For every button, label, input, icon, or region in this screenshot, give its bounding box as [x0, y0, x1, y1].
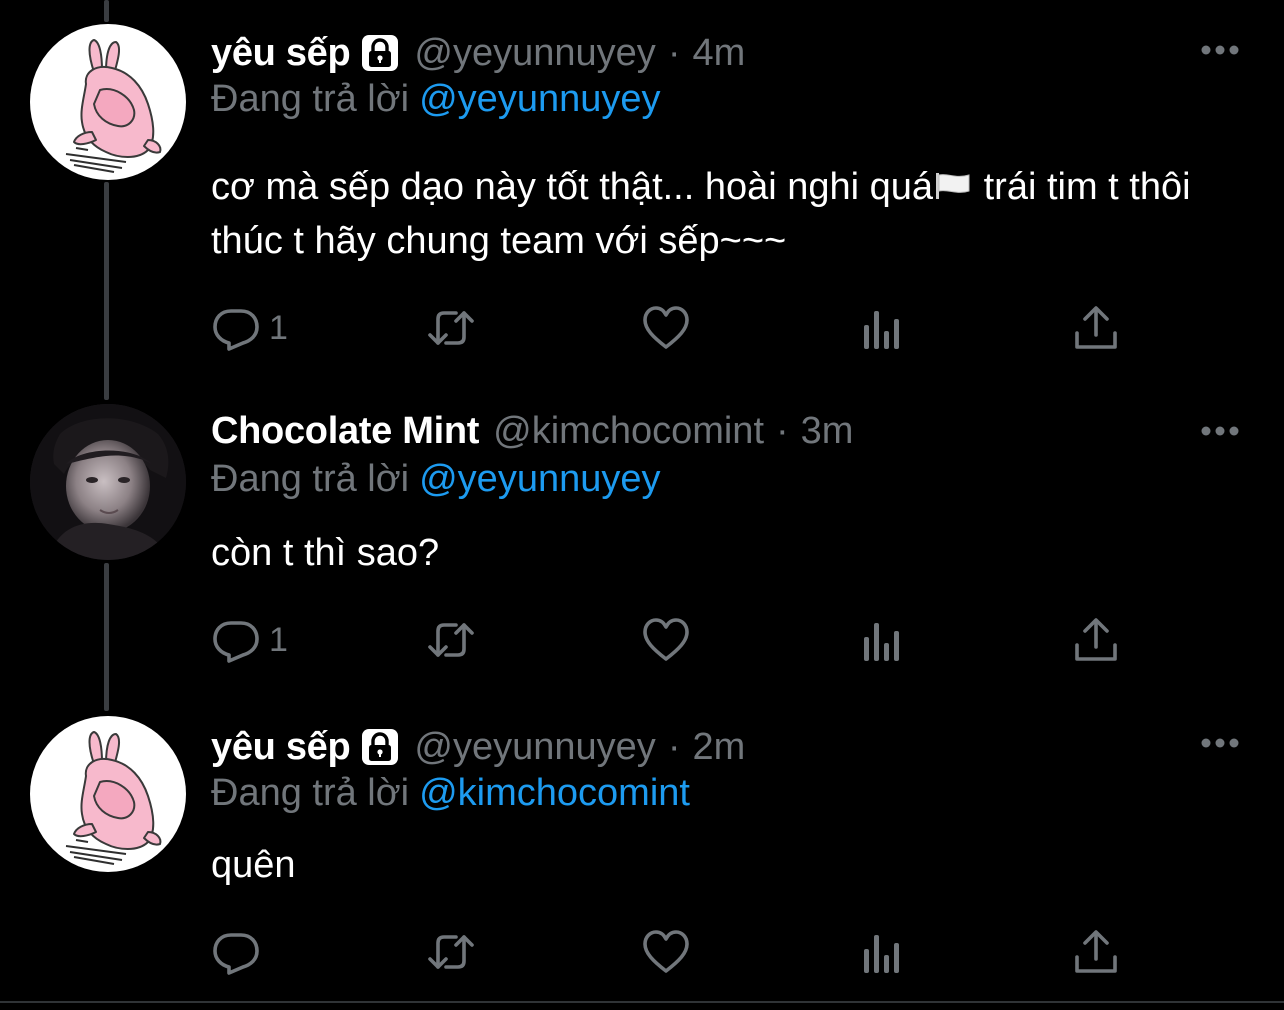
more-options-icon[interactable]: [1200, 737, 1240, 749]
action-bar: 1: [211, 610, 1131, 670]
share-button[interactable]: [1071, 610, 1121, 670]
retweet-icon: [428, 311, 474, 345]
reply-button[interactable]: 1: [211, 298, 288, 358]
display-name[interactable]: yêu sếp: [211, 32, 351, 75]
pink-bunny-avatar: [65, 39, 162, 173]
tweet-2[interactable]: Chocolate Mint @kimchocomint · 3m Đang t…: [0, 400, 1284, 710]
tweet-header: yêu sếp @yeyunnuyey · 2m: [211, 722, 745, 772]
reply-icon: [213, 309, 259, 351]
analytics-icon: [864, 311, 899, 349]
pink-bunny-avatar: [65, 731, 162, 865]
tweet-text: quên: [211, 844, 296, 886]
analytics-icon: [864, 935, 899, 973]
share-button[interactable]: [1071, 298, 1121, 358]
separator-dot: ·: [667, 725, 681, 768]
more-options-icon[interactable]: [1200, 425, 1240, 437]
tweet-text-part-1: cơ mà sếp dạo này tốt thật... hoài nghi …: [211, 166, 934, 208]
separator-dot: ·: [776, 409, 789, 452]
more-options-icon[interactable]: [1200, 44, 1240, 56]
like-icon: [643, 930, 689, 973]
retweet-button[interactable]: [426, 610, 476, 670]
handle[interactable]: @yeyunnuyey: [414, 726, 655, 769]
reply-mention[interactable]: @yeyunnuyey: [419, 78, 660, 120]
analytics-button[interactable]: [856, 610, 906, 670]
timestamp[interactable]: 4m: [692, 32, 745, 75]
analytics-button[interactable]: [856, 298, 906, 358]
timestamp[interactable]: 3m: [801, 410, 854, 453]
like-button[interactable]: [641, 922, 691, 982]
reply-prefix: Đang trả lời: [211, 772, 410, 814]
tweet-3[interactable]: yêu sếp @yeyunnuyey · 2m Đang trả lời @ki…: [0, 710, 1284, 1000]
retweet-button[interactable]: [426, 922, 476, 982]
display-name[interactable]: Chocolate Mint: [211, 410, 479, 453]
avatar[interactable]: [30, 404, 186, 560]
tweet-header: yêu sếp @yeyunnuyey · 4m: [211, 28, 745, 78]
reply-context: Đang trả lời @kimchocomint: [211, 772, 690, 815]
action-bar: [211, 922, 1131, 982]
reply-mention[interactable]: @yeyunnuyey: [419, 458, 660, 500]
white-flag-emoji: [933, 162, 973, 199]
reply-prefix: Đang trả lời: [211, 78, 410, 120]
share-icon: [1075, 930, 1117, 973]
like-icon: [643, 618, 689, 661]
lock-icon: [360, 33, 400, 73]
reply-icon: [213, 621, 259, 663]
separator-dot: ·: [667, 31, 681, 74]
tweet-1[interactable]: yêu sếp @yeyunnuyey · 4m Đang trả lời @ye…: [0, 0, 1284, 400]
lock-icon: [360, 727, 400, 767]
reply-prefix: Đang trả lời: [211, 458, 410, 500]
share-button[interactable]: [1071, 922, 1121, 982]
reply-count: 1: [269, 620, 288, 659]
reply-icon: [213, 933, 259, 975]
tweet-text: còn t thì sao?: [211, 532, 440, 574]
reply-mention[interactable]: @kimchocomint: [419, 772, 690, 814]
analytics-button[interactable]: [856, 922, 906, 982]
retweet-icon: [428, 935, 474, 969]
tweet-text: cơ mà sếp dạo này tốt thật... hoài nghi …: [211, 160, 1201, 268]
reply-count: 1: [269, 308, 288, 347]
reply-context: Đang trả lời @yeyunnuyey: [211, 78, 661, 121]
handle[interactable]: @yeyunnuyey: [414, 32, 655, 75]
avatar[interactable]: [30, 716, 186, 872]
like-icon: [643, 306, 689, 349]
timestamp[interactable]: 2m: [692, 726, 745, 769]
bottom-divider: [0, 1001, 1284, 1003]
reply-context: Đang trả lời @yeyunnuyey: [211, 458, 661, 501]
share-icon: [1075, 618, 1117, 661]
action-bar: 1: [211, 298, 1131, 358]
like-button[interactable]: [641, 610, 691, 670]
retweet-button[interactable]: [426, 298, 476, 358]
reply-button[interactable]: 1: [211, 610, 288, 670]
like-button[interactable]: [641, 298, 691, 358]
display-name[interactable]: yêu sếp: [211, 726, 351, 769]
photo-avatar: [30, 404, 186, 560]
analytics-icon: [864, 623, 899, 661]
avatar[interactable]: [30, 24, 186, 180]
share-icon: [1075, 306, 1117, 349]
reply-button[interactable]: [211, 922, 269, 982]
tweet-header: Chocolate Mint @kimchocomint · 3m: [211, 406, 853, 456]
handle[interactable]: @kimchocomint: [493, 410, 764, 453]
retweet-icon: [428, 623, 474, 657]
